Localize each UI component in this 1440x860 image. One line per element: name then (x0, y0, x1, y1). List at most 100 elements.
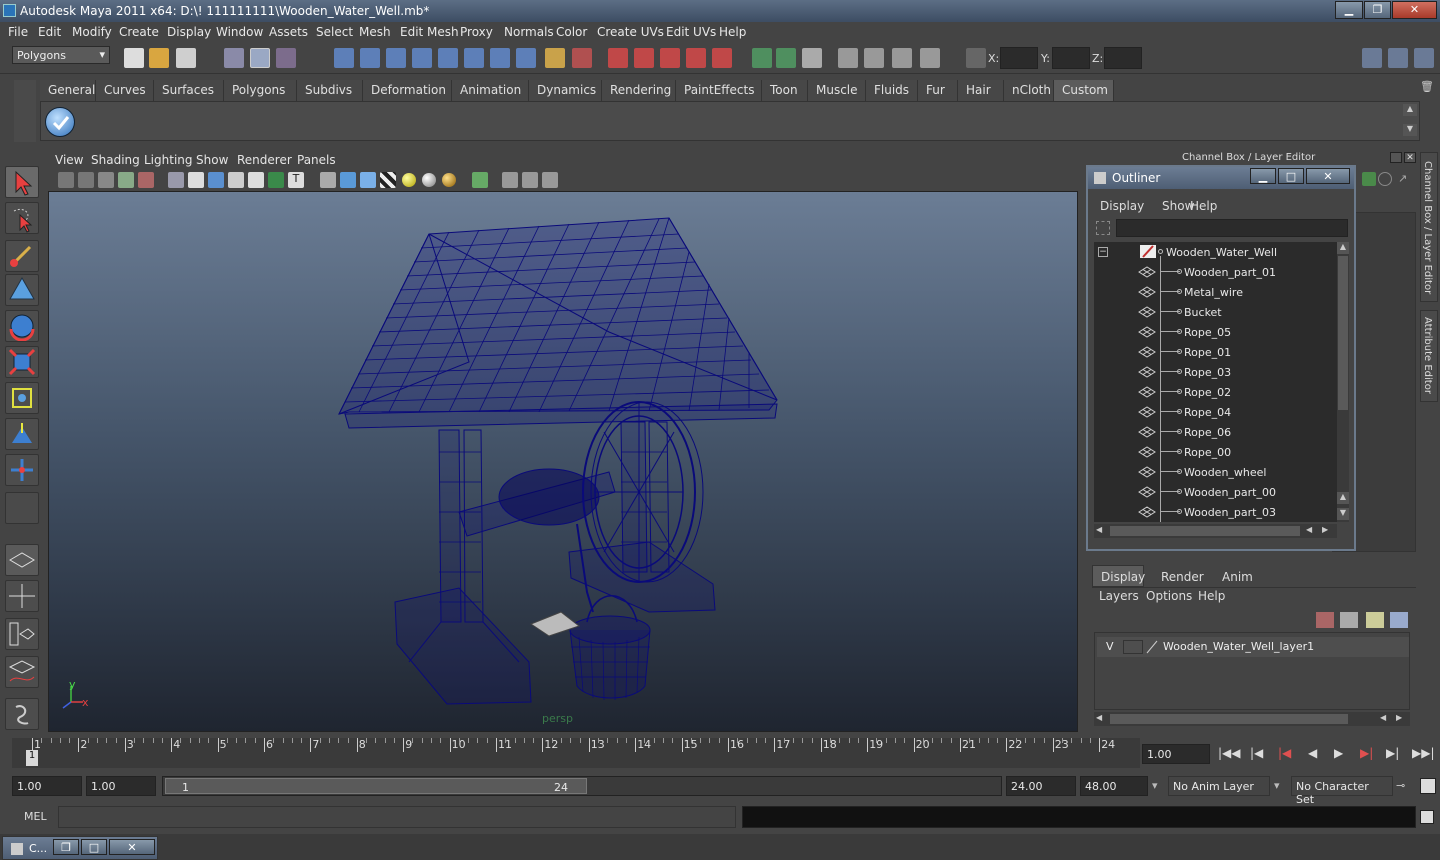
scroll-up-icon[interactable]: ▲ (1337, 242, 1349, 254)
bookmark-icon[interactable] (98, 172, 114, 188)
play-backwards-icon[interactable]: ◀ (1308, 746, 1317, 760)
shelf-tab-ncloth[interactable]: nCloth (1004, 80, 1054, 101)
layer-name[interactable]: Wooden_Water_Well_layer1 (1163, 640, 1314, 653)
scroll-left-icon[interactable]: ◀ (1096, 525, 1102, 534)
end-time-field[interactable]: 48.00 (1080, 776, 1148, 796)
step-forward-key-icon[interactable]: ▶| (1360, 746, 1373, 760)
outliner-item[interactable]: Rope_01 (1094, 342, 1334, 362)
transform-mode-icon[interactable] (966, 48, 986, 68)
soft-mod-tool-icon[interactable] (5, 418, 39, 450)
shadows-icon[interactable] (442, 173, 456, 187)
command-input[interactable] (58, 806, 736, 828)
key-icon[interactable]: ⊸ (1396, 779, 1405, 792)
menu-help[interactable]: Help (719, 25, 746, 39)
side-tab-attribute-editor[interactable]: Attribute Editor (1420, 310, 1438, 402)
smooth-shade-icon[interactable] (340, 172, 356, 188)
channel-box-icon-1[interactable] (1362, 172, 1376, 186)
outliner-item[interactable]: Rope_06 (1094, 422, 1334, 442)
script-editor-button-icon[interactable] (1420, 810, 1434, 824)
viewport-menu-shading[interactable]: Shading (91, 153, 140, 167)
outliner-search-field[interactable] (1116, 219, 1348, 237)
menu-file[interactable]: File (8, 25, 28, 39)
outliner-item[interactable]: Wooden_part_00 (1094, 482, 1334, 502)
shelf-tab-polygons[interactable]: Polygons (224, 80, 297, 101)
gate-mask-icon[interactable] (228, 172, 244, 188)
playback-start-field[interactable]: 1.00 (86, 776, 156, 796)
menu-mesh[interactable]: Mesh (359, 25, 391, 39)
menu-edit-uvs[interactable]: Edit UVs (666, 25, 716, 39)
range-slider-handle[interactable]: 1 24 (165, 778, 587, 794)
range-slider-track[interactable]: 1 24 (162, 776, 1002, 796)
outliner-root-item[interactable]: − Wooden_Water_Well (1094, 242, 1334, 262)
scroll-left-icon-2[interactable]: ◀ (1306, 525, 1312, 534)
go-to-end-icon[interactable]: ▶▶| (1412, 746, 1435, 760)
outliner-item[interactable]: Metal_wire (1094, 282, 1334, 302)
menu-display[interactable]: Display (167, 25, 211, 39)
new-layer-selected-icon[interactable] (1390, 612, 1408, 628)
open-scene-icon[interactable] (149, 48, 169, 68)
outliner-persp-layout-icon[interactable] (5, 618, 39, 650)
close-window-button[interactable]: ✕ (1392, 1, 1437, 19)
character-set-dropdown[interactable]: No Character Set (1291, 776, 1393, 806)
snap-point-icon[interactable] (386, 48, 406, 68)
layer-menu-layers[interactable]: Layers (1099, 589, 1139, 603)
hypershade-icon[interactable] (802, 48, 822, 68)
show-attribute-editor-icon[interactable] (1362, 48, 1382, 68)
minimized-restore-button[interactable]: ❐ (53, 839, 79, 855)
playback-end-field[interactable]: 24.00 (1006, 776, 1076, 796)
select-tool-icon[interactable] (5, 166, 39, 198)
outliner-item[interactable]: Bucket (1094, 302, 1334, 322)
animation-preferences-icon[interactable] (1420, 778, 1436, 794)
clapper-icon-2[interactable] (864, 48, 884, 68)
collapse-icon[interactable]: − (1098, 247, 1108, 257)
shelf-tab-fur[interactable]: Fur (918, 80, 958, 101)
all-lights-icon[interactable] (422, 173, 436, 187)
layer-scroll-right-icon[interactable]: ▶ (1396, 713, 1402, 722)
viewport-menu-show[interactable]: Show (196, 153, 228, 167)
channel-box-icon-3[interactable]: ↗ (1398, 172, 1412, 186)
outliner-scroll-thumb[interactable] (1338, 256, 1348, 410)
chevron-down-icon[interactable]: ▾ (1274, 779, 1280, 792)
clapper-icon-3[interactable] (892, 48, 912, 68)
layer-scroll-left-icon-2[interactable]: ◀ (1380, 713, 1386, 722)
menu-edit-mesh[interactable]: Edit Mesh (400, 25, 459, 39)
outliner-item[interactable]: Rope_04 (1094, 402, 1334, 422)
chevron-down-icon[interactable]: ▾ (1152, 779, 1158, 792)
menu-select[interactable]: Select (316, 25, 353, 39)
layer-scroll-left-icon[interactable]: ◀ (1096, 713, 1102, 722)
shelf-tab-general[interactable]: General (40, 80, 96, 101)
clapper-icon-1[interactable] (838, 48, 858, 68)
2d-pan-zoom-icon[interactable] (138, 172, 154, 188)
shelf-tab-dynamics[interactable]: Dynamics (529, 80, 602, 101)
layer-color-slash-icon[interactable] (1145, 640, 1159, 654)
select-by-object-icon[interactable] (250, 48, 270, 68)
outliner-item[interactable]: Wooden_part_03 (1094, 502, 1334, 522)
menu-proxy[interactable]: Proxy (460, 25, 493, 39)
magnet-snap-icon-4[interactable] (686, 48, 706, 68)
new-scene-icon[interactable] (124, 48, 144, 68)
textured-icon[interactable] (380, 172, 396, 188)
snap-grid-icon[interactable] (334, 48, 354, 68)
step-forward-icon[interactable]: ▶| (1386, 746, 1399, 760)
wireframe-on-shaded-icon[interactable] (360, 172, 376, 188)
outliner-title-bar[interactable]: Outliner ▁ □ ✕ (1088, 167, 1354, 189)
input-ops-icon[interactable] (572, 48, 592, 68)
menu-create-uvs[interactable]: Create UVs (597, 25, 664, 39)
outliner-item[interactable]: Rope_00 (1094, 442, 1334, 462)
layer-menu-help[interactable]: Help (1198, 589, 1225, 603)
panel-float-icon[interactable] (1390, 152, 1402, 163)
layer-visibility-toggle[interactable]: V (1106, 640, 1114, 653)
outliner-hscroll-thumb[interactable] (1110, 526, 1300, 536)
outliner-menu-display[interactable]: Display (1100, 199, 1144, 213)
x-field[interactable] (1000, 47, 1038, 69)
minimized-window[interactable]: C... ❐ □ ✕ (2, 836, 158, 860)
lasso-tool-icon[interactable] (5, 202, 39, 234)
channel-box-icon-2[interactable] (1378, 172, 1392, 186)
outliner-item[interactable]: Wooden_wheel (1094, 462, 1334, 482)
render-globals-icon[interactable] (776, 48, 796, 68)
wireframe-icon[interactable] (320, 172, 336, 188)
go-to-start-icon[interactable]: |◀◀ (1218, 746, 1241, 760)
grid-icon[interactable] (168, 172, 184, 188)
viewport-menu-renderer[interactable]: Renderer (237, 153, 292, 167)
shelf-scroll-down-icon[interactable]: ▼ (1403, 124, 1417, 136)
